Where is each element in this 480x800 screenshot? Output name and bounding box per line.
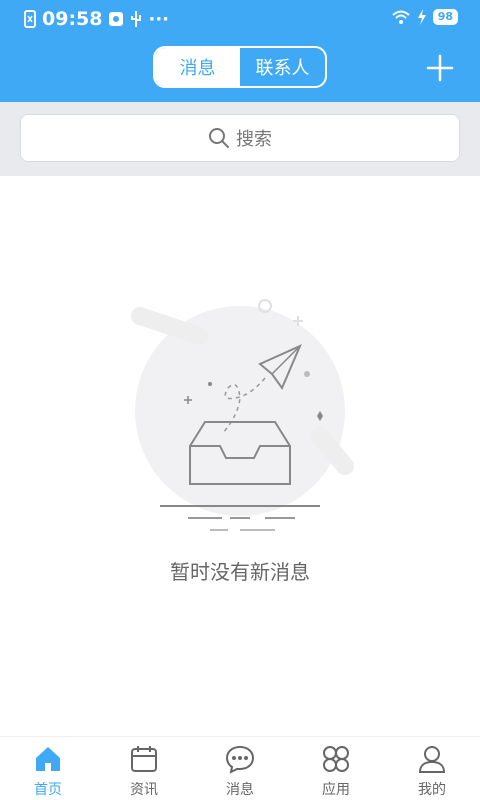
chat-icon [225,745,255,774]
tabbar-home[interactable]: 首页 [0,737,96,800]
calendar-icon [131,746,157,772]
tab-messages[interactable]: 消息 [155,48,240,86]
search-area: 搜索 [0,102,480,176]
tabbar-home-label: 首页 [34,782,62,798]
home-icon [36,747,60,771]
empty-state: 暂时没有新消息 [0,176,480,736]
status-bar: 09:58 ··· 98 [0,0,480,38]
usb-icon [131,11,142,27]
tabbar-profile-label: 我的 [418,782,446,798]
tabbar-news-label: 资讯 [130,782,158,798]
empty-message-text: 暂时没有新消息 [170,560,310,584]
tabbar-apps-label: 应用 [322,782,350,798]
tabbar-messages-label: 消息 [226,782,254,798]
message-contacts-switch: 消息 联系人 [153,46,327,88]
status-time: 09:58 [42,8,103,30]
charging-icon [417,9,426,25]
tabbar-apps[interactable]: 应用 [288,737,384,800]
more-dots-icon: ··· [148,8,169,30]
tabbar-news[interactable]: 资讯 [96,737,192,800]
apps-icon [323,746,349,772]
search-placeholder: 搜索 [236,129,272,150]
search-input[interactable]: 搜索 [20,114,460,162]
plus-icon[interactable] [426,54,454,82]
bottom-tab-bar: 首页 资讯 消息 应用 我的 [0,736,480,800]
tabbar-profile[interactable]: 我的 [384,737,480,800]
app-notification-icon [109,12,124,26]
top-bar: 09:58 ··· 98 消息 联系人 [0,0,480,102]
user-icon [418,746,446,773]
wifi-icon [392,10,410,24]
tabbar-messages[interactable]: 消息 [192,737,288,800]
empty-inbox-illustration [131,299,354,531]
battery-icon: 98 [432,9,458,25]
tab-contacts[interactable]: 联系人 [240,48,325,86]
sim-icon [24,10,36,28]
search-icon [209,128,229,148]
